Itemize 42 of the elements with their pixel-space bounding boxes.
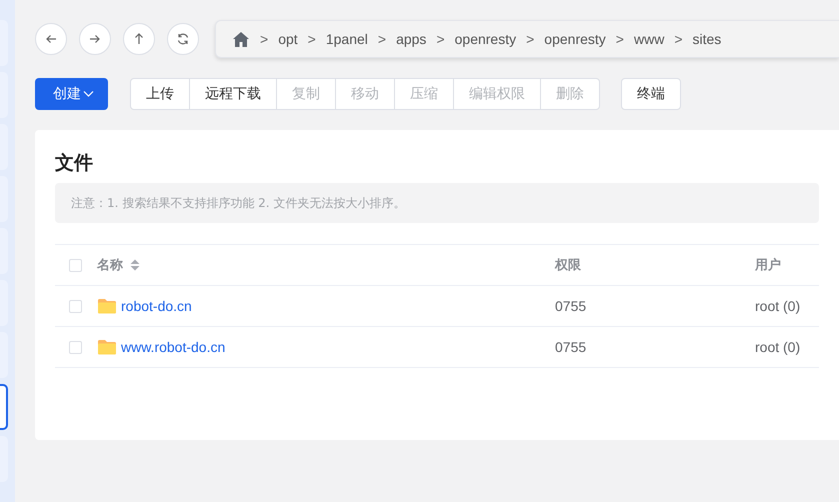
side-tab[interactable] [0, 384, 8, 430]
folder-icon [97, 339, 117, 355]
row-checkbox[interactable] [69, 300, 82, 312]
permission-cell-text: 0755 [555, 339, 588, 355]
breadcrumb-separator: > [308, 31, 316, 47]
terminal-button[interactable]: 终端 [621, 78, 681, 110]
toolbar-button[interactable]: 上传 [130, 78, 190, 110]
column-header: 用户 [755, 256, 781, 274]
up-button[interactable] [123, 23, 155, 55]
user-cell-text: root (0) [755, 339, 802, 355]
permission-cell-text: 0755 [555, 298, 588, 314]
notice-bar: 注意：1. 搜索结果不支持排序功能 2. 文件夹无法按大小排序。 [55, 183, 819, 223]
refresh-icon [176, 32, 190, 46]
folder-icon [97, 298, 117, 314]
create-dropdown-button[interactable]: 创建 [35, 78, 108, 110]
breadcrumb-separator: > [674, 31, 682, 47]
forward-button[interactable] [79, 23, 111, 55]
breadcrumb-link[interactable]: apps [396, 31, 426, 47]
breadcrumb-link[interactable]: openresty [544, 31, 606, 47]
breadcrumb-link[interactable]: www [634, 31, 664, 47]
card-title: 文件 [55, 151, 94, 176]
breadcrumb-link[interactable]: opt [278, 31, 298, 47]
breadcrumb-link[interactable]: 1panel [326, 31, 368, 47]
chevron-down-icon [83, 90, 94, 98]
folder-link[interactable]: robot-do.cn [121, 298, 192, 314]
breadcrumb-separator: > [526, 31, 534, 47]
breadcrumb-separator: > [260, 31, 268, 47]
sort-icon[interactable] [130, 259, 140, 271]
back-button[interactable] [35, 23, 67, 55]
breadcrumb-link[interactable]: openresty [454, 31, 516, 47]
breadcrumb-separator: > [436, 31, 445, 47]
breadcrumb-separator: > [378, 31, 386, 47]
folder-link[interactable]: www.robot-do.cn [121, 339, 226, 355]
toolbar-button[interactable]: 远程下载 [189, 78, 277, 110]
select-all-checkbox[interactable] [69, 258, 82, 272]
user-cell-text: root (0) [755, 298, 802, 314]
breadcrumb-link[interactable]: sites [692, 31, 722, 47]
refresh-button[interactable] [167, 23, 199, 55]
breadcrumb-separator: > [616, 31, 624, 47]
row-checkbox[interactable] [69, 340, 82, 354]
column-header: 权限 [555, 257, 581, 274]
home-icon[interactable] [232, 31, 250, 47]
